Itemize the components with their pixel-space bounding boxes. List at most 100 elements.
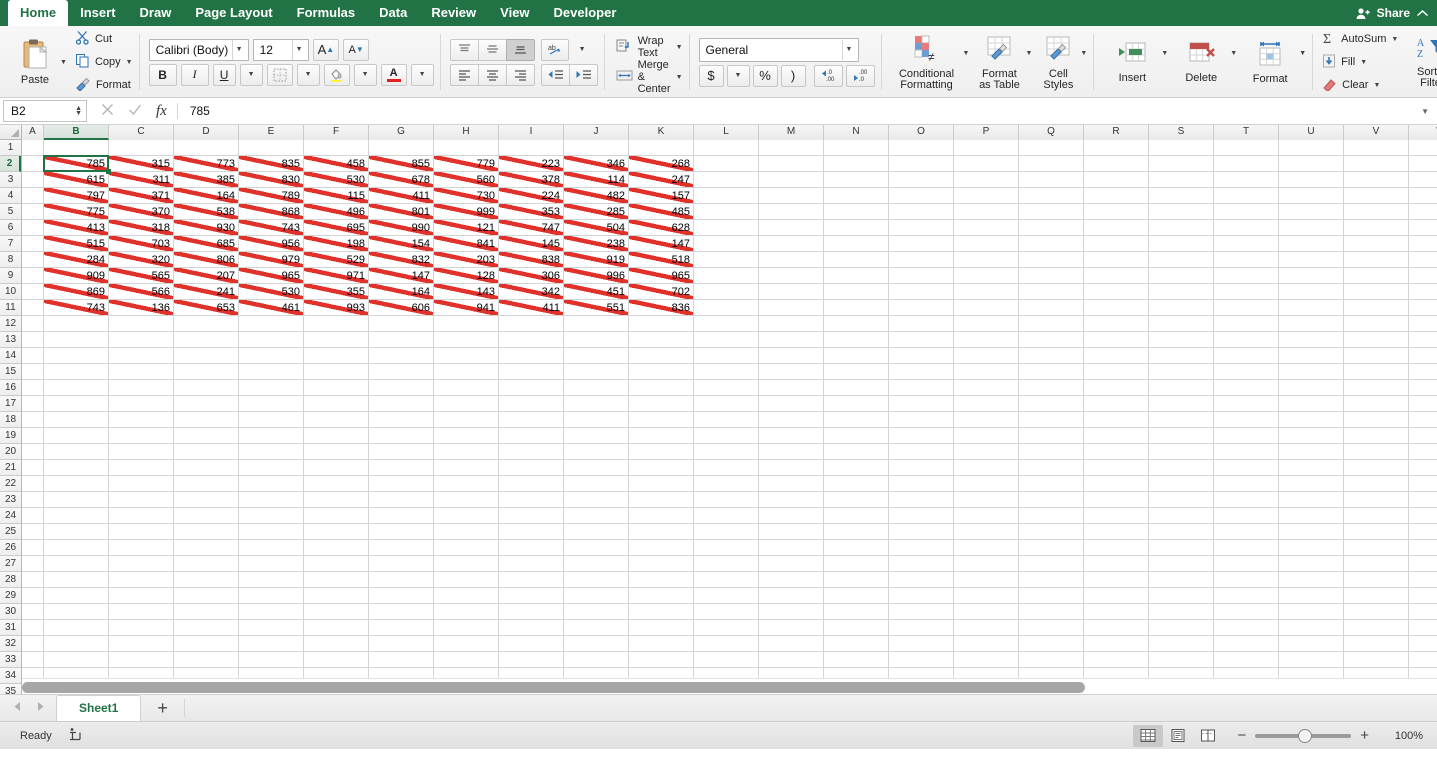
cell-K10[interactable]: 702 — [629, 284, 693, 300]
align-center-button[interactable] — [478, 64, 507, 86]
row-header-23[interactable]: 23 — [0, 492, 21, 508]
cell-D5[interactable]: 538 — [174, 204, 238, 220]
align-left-button[interactable] — [450, 64, 479, 86]
row-header-26[interactable]: 26 — [0, 540, 21, 556]
row-header-33[interactable]: 33 — [0, 652, 21, 668]
underline-button[interactable]: U — [213, 64, 236, 86]
cell-area[interactable]: 7853157738354588557792233462686153113858… — [22, 140, 1437, 694]
select-all-corner[interactable] — [0, 125, 22, 140]
insert-cells-dropdown-icon[interactable]: ▼ — [1161, 50, 1168, 57]
paste-button[interactable]: Paste — [6, 38, 64, 86]
cell-G2[interactable]: 855 — [369, 156, 433, 172]
column-header-a[interactable]: A — [22, 125, 44, 140]
cell-D9[interactable]: 207 — [174, 268, 238, 284]
cell-H3[interactable]: 560 — [434, 172, 498, 188]
cell-G6[interactable]: 990 — [369, 220, 433, 236]
cell-H5[interactable]: 999 — [434, 204, 498, 220]
decrease-decimal-button[interactable]: .0.00 — [814, 65, 843, 87]
delete-cells-button[interactable]: Delete — [1172, 40, 1230, 84]
delete-cells-dropdown-icon[interactable]: ▼ — [1230, 50, 1237, 57]
font-family-select[interactable]: Calibri (Body) ▼ — [149, 39, 249, 61]
conditional-formatting-button[interactable]: ≠ Conditional Formatting — [891, 34, 963, 91]
row-header-29[interactable]: 29 — [0, 588, 21, 604]
cell-K9[interactable]: 965 — [629, 268, 693, 284]
cell-G10[interactable]: 164 — [369, 284, 433, 300]
cell-H10[interactable]: 143 — [434, 284, 498, 300]
wrap-text-button[interactable]: Wrap Text ▼ — [616, 37, 683, 57]
cell-J7[interactable]: 238 — [564, 236, 628, 252]
merge-center-button[interactable]: Merge & Center ▼ — [616, 67, 683, 87]
cell-H8[interactable]: 203 — [434, 252, 498, 268]
column-header-w[interactable]: W — [1409, 125, 1437, 140]
cell-F2[interactable]: 458 — [304, 156, 368, 172]
cell-I9[interactable]: 306 — [499, 268, 563, 284]
column-header-e[interactable]: E — [239, 125, 304, 140]
conditional-formatting-dropdown-icon[interactable]: ▼ — [963, 50, 970, 57]
cell-I6[interactable]: 747 — [499, 220, 563, 236]
cell-F11[interactable]: 993 — [304, 300, 368, 316]
column-header-f[interactable]: F — [304, 125, 369, 140]
cell-F3[interactable]: 530 — [304, 172, 368, 188]
format-cells-button[interactable]: Format — [1241, 39, 1299, 85]
next-sheet-icon[interactable] — [35, 701, 46, 715]
row-header-17[interactable]: 17 — [0, 396, 21, 412]
column-header-s[interactable]: S — [1149, 125, 1214, 140]
format-cells-dropdown-icon[interactable]: ▼ — [1299, 50, 1306, 57]
cell-C7[interactable]: 703 — [109, 236, 173, 252]
column-header-o[interactable]: O — [889, 125, 954, 140]
cell-H4[interactable]: 730 — [434, 188, 498, 204]
insert-function-icon[interactable]: fx — [156, 103, 167, 120]
increase-indent-button[interactable] — [569, 64, 598, 86]
cell-J11[interactable]: 551 — [564, 300, 628, 316]
cell-B2[interactable]: 785 — [44, 156, 108, 172]
row-header-12[interactable]: 12 — [0, 316, 21, 332]
column-header-m[interactable]: M — [759, 125, 824, 140]
cell-styles-dropdown-icon[interactable]: ▼ — [1080, 50, 1087, 57]
borders-button[interactable] — [267, 64, 293, 86]
row-header-8[interactable]: 8 — [0, 252, 21, 268]
cell-H9[interactable]: 128 — [434, 268, 498, 284]
zoom-in-button[interactable]: + — [1360, 728, 1369, 743]
cell-E11[interactable]: 461 — [239, 300, 303, 316]
fill-color-button[interactable] — [324, 64, 350, 86]
fill-button[interactable]: Fill ▼ — [1322, 52, 1398, 72]
cell-B7[interactable]: 515 — [44, 236, 108, 252]
font-size-dropdown-icon[interactable]: ▼ — [296, 46, 303, 53]
row-header-16[interactable]: 16 — [0, 380, 21, 396]
row-header-7[interactable]: 7 — [0, 236, 21, 252]
percent-button[interactable]: % — [753, 65, 778, 87]
cell-C5[interactable]: 370 — [109, 204, 173, 220]
cell-H2[interactable]: 779 — [434, 156, 498, 172]
cell-C2[interactable]: 315 — [109, 156, 173, 172]
merge-center-dropdown-icon[interactable]: ▼ — [676, 74, 683, 81]
cell-I2[interactable]: 223 — [499, 156, 563, 172]
cell-C10[interactable]: 566 — [109, 284, 173, 300]
cell-D10[interactable]: 241 — [174, 284, 238, 300]
row-header-10[interactable]: 10 — [0, 284, 21, 300]
cell-C3[interactable]: 311 — [109, 172, 173, 188]
cell-I3[interactable]: 378 — [499, 172, 563, 188]
orientation-dropdown-button[interactable]: ▼ — [571, 39, 594, 61]
cell-I5[interactable]: 353 — [499, 204, 563, 220]
number-format-select[interactable]: General ▼ — [699, 38, 859, 62]
sort-filter-button[interactable]: AZ Sort & Filter — [1408, 36, 1437, 89]
cell-J4[interactable]: 482 — [564, 188, 628, 204]
cell-K3[interactable]: 247 — [629, 172, 693, 188]
page-layout-view-button[interactable] — [1163, 725, 1193, 747]
column-header-d[interactable]: D — [174, 125, 239, 140]
italic-button[interactable]: I — [181, 64, 209, 86]
name-box[interactable]: B2 ▲▼ — [3, 100, 87, 122]
cell-J3[interactable]: 114 — [564, 172, 628, 188]
cell-H7[interactable]: 841 — [434, 236, 498, 252]
cell-B3[interactable]: 615 — [44, 172, 108, 188]
paste-dropdown-icon[interactable]: ▼ — [60, 59, 67, 66]
cell-E6[interactable]: 743 — [239, 220, 303, 236]
tab-page-layout[interactable]: Page Layout — [183, 0, 284, 26]
cell-C4[interactable]: 371 — [109, 188, 173, 204]
column-header-i[interactable]: I — [499, 125, 564, 140]
cell-B11[interactable]: 743 — [44, 300, 108, 316]
decrease-indent-button[interactable] — [541, 64, 570, 86]
cell-J2[interactable]: 346 — [564, 156, 628, 172]
currency-dropdown-button[interactable]: ▼ — [727, 65, 750, 87]
zoom-out-button[interactable]: − — [1237, 728, 1246, 743]
